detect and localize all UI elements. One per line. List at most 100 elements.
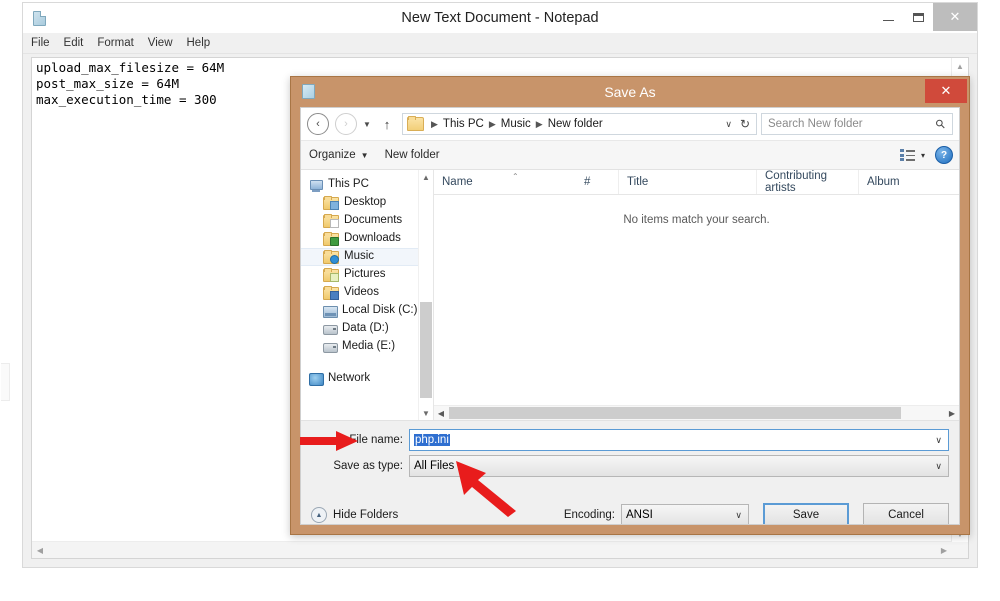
notepad-horizontal-scrollbar[interactable]: ◀ ▶ xyxy=(32,541,952,558)
toolbar-right-group: ▾ ? xyxy=(899,146,953,164)
change-view-button[interactable]: ▾ xyxy=(899,149,925,161)
breadcrumb-new-folder[interactable]: New folder xyxy=(548,118,603,130)
organize-button[interactable]: Organize ▼ xyxy=(301,141,377,169)
collapse-icon: ▲ xyxy=(311,507,327,523)
sidebar-item-label: Videos xyxy=(344,286,379,299)
save-as-content: ‹ › ▼ ↑ ▶ This PC ▶ Music ▶ New folder ∨… xyxy=(300,107,960,525)
new-folder-button[interactable]: New folder xyxy=(377,141,448,169)
scroll-left-icon[interactable]: ◀ xyxy=(434,406,448,420)
sidebar-item-label: Local Disk (C:) xyxy=(342,304,418,317)
sidebar-item-label: Data (D:) xyxy=(342,322,389,335)
browser-pane: This PC Desktop Documents Downloads Musi… xyxy=(301,170,959,420)
sidebar-item-pictures[interactable]: Pictures xyxy=(301,266,433,284)
chevron-down-icon[interactable]: ∨ xyxy=(935,435,942,446)
forward-button[interactable]: › xyxy=(335,113,357,135)
file-list-header: Name ⌃ # Title Contributing artists Albu… xyxy=(434,170,959,195)
encoding-select[interactable]: ANSI ∨ xyxy=(621,504,749,524)
sidebar-item-media-e[interactable]: Media (E:) xyxy=(301,338,433,356)
search-placeholder: Search New folder xyxy=(768,118,863,130)
menu-item-format[interactable]: Format xyxy=(97,37,133,49)
sidebar-scrollbar[interactable]: ▲ ▼ xyxy=(418,170,433,420)
encoding-value: ANSI xyxy=(626,509,653,521)
scroll-right-icon[interactable]: ▶ xyxy=(936,542,952,558)
sidebar-item-downloads[interactable]: Downloads xyxy=(301,230,433,248)
breadcrumb-separator-icon: ▶ xyxy=(488,118,496,129)
sidebar-item-desktop[interactable]: Desktop xyxy=(301,194,433,212)
scrollbar-thumb[interactable] xyxy=(420,302,432,398)
breadcrumb-dropdown-icon[interactable]: ∨ xyxy=(725,119,732,130)
save-as-title: Save As xyxy=(604,84,656,100)
save-as-title-bar: Save As ✕ xyxy=(291,77,969,107)
pictures-folder-icon xyxy=(323,267,339,282)
menu-item-help[interactable]: Help xyxy=(187,37,211,49)
column-header-number[interactable]: # xyxy=(576,170,618,194)
maximize-button[interactable] xyxy=(903,3,933,31)
column-header-name[interactable]: Name xyxy=(434,170,576,194)
scroll-left-icon[interactable]: ◀ xyxy=(32,542,48,558)
drive-icon xyxy=(323,341,338,354)
cancel-button[interactable]: Cancel xyxy=(863,503,949,524)
save-as-type-value: All Files xyxy=(414,460,455,472)
notepad-title-bar: New Text Document - Notepad ✕ xyxy=(23,3,977,33)
column-header-album[interactable]: Album xyxy=(858,170,938,194)
up-one-level-button[interactable]: ↑ xyxy=(378,113,396,135)
music-folder-icon xyxy=(323,249,339,264)
refresh-icon[interactable]: ↻ xyxy=(740,117,750,131)
scroll-right-icon[interactable]: ▶ xyxy=(945,406,959,420)
back-button[interactable]: ‹ xyxy=(307,113,329,135)
notepad-menu-bar: File Edit Format View Help xyxy=(23,33,977,54)
sidebar-item-this-pc[interactable]: This PC xyxy=(301,176,433,194)
search-input[interactable]: Search New folder ⚲ xyxy=(761,113,953,135)
dialog-close-button[interactable]: ✕ xyxy=(925,79,967,103)
breadcrumb-this-pc[interactable]: This PC xyxy=(443,118,484,130)
recent-locations-caret-icon[interactable]: ▼ xyxy=(359,113,375,135)
window-left-edge-tab xyxy=(1,363,10,401)
scroll-down-icon[interactable]: ▼ xyxy=(419,406,433,420)
sidebar-item-label: Media (E:) xyxy=(342,340,396,353)
videos-folder-icon xyxy=(323,285,339,300)
encoding-label: Encoding: xyxy=(563,509,615,521)
sidebar-item-music[interactable]: Music xyxy=(301,248,433,266)
sidebar-item-videos[interactable]: Videos xyxy=(301,284,433,302)
hide-folders-button[interactable]: ▲ Hide Folders xyxy=(311,507,398,523)
breadcrumb-music[interactable]: Music xyxy=(501,118,531,130)
column-header-contributing-artists[interactable]: Contributing artists xyxy=(756,170,858,194)
resize-grip-icon[interactable] xyxy=(947,522,957,524)
menu-item-view[interactable]: View xyxy=(148,37,173,49)
file-list-horizontal-scrollbar[interactable]: ◀ ▶ xyxy=(434,405,959,420)
scrollbar-thumb[interactable] xyxy=(449,407,901,419)
file-name-input[interactable]: php.ini ∨ xyxy=(409,429,949,451)
scroll-up-icon[interactable]: ▲ xyxy=(952,58,968,74)
navigation-sidebar: This PC Desktop Documents Downloads Musi… xyxy=(301,170,434,420)
breadcrumb-separator-icon: ▶ xyxy=(431,118,438,129)
menu-item-file[interactable]: File xyxy=(31,37,50,49)
save-button[interactable]: Save xyxy=(763,503,849,524)
scroll-up-icon[interactable]: ▲ xyxy=(419,170,433,184)
notepad-title: New Text Document - Notepad xyxy=(401,10,599,26)
sidebar-item-data-d[interactable]: Data (D:) xyxy=(301,320,433,338)
save-form: File name: php.ini ∨ Save as type: All F… xyxy=(301,420,959,524)
desktop-folder-icon xyxy=(323,195,339,210)
file-name-value: php.ini xyxy=(414,434,450,446)
help-icon[interactable]: ? xyxy=(935,146,953,164)
sidebar-item-label: Network xyxy=(328,372,371,385)
menu-item-edit[interactable]: Edit xyxy=(64,37,84,49)
column-header-title[interactable]: Title xyxy=(618,170,756,194)
close-button[interactable]: ✕ xyxy=(933,3,977,31)
file-list-pane: Name ⌃ # Title Contributing artists Albu… xyxy=(434,170,959,420)
chevron-down-icon[interactable]: ∨ xyxy=(735,510,742,521)
drive-icon xyxy=(323,323,338,336)
save-as-type-select[interactable]: All Files ∨ xyxy=(409,455,949,477)
sidebar-item-label: Documents xyxy=(344,214,403,227)
computer-icon xyxy=(309,179,323,192)
chevron-down-icon[interactable]: ∨ xyxy=(935,461,942,472)
minimize-button[interactable] xyxy=(873,3,903,31)
scrollbar-corner xyxy=(952,542,968,558)
sidebar-item-label: Downloads xyxy=(344,232,401,245)
sidebar-item-documents[interactable]: Documents xyxy=(301,212,433,230)
sidebar-item-local-disk-c[interactable]: Local Disk (C:) xyxy=(301,302,433,320)
sidebar-item-network[interactable]: Network xyxy=(301,370,433,388)
dialog-toolbar: Organize ▼ New folder ▾ ? xyxy=(301,141,959,170)
address-breadcrumb-bar[interactable]: ▶ This PC ▶ Music ▶ New folder ∨ ↻ xyxy=(402,113,757,135)
search-icon: ⚲ xyxy=(932,115,949,133)
